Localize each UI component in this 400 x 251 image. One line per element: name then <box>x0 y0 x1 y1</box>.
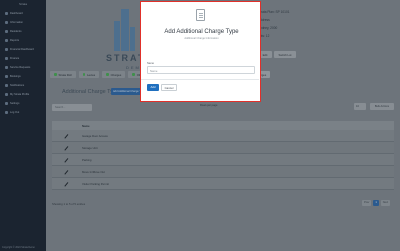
sidebar-item-logout[interactable]: Log Out <box>0 108 46 117</box>
sidebar-item-reports[interactable]: Reports <box>0 36 46 45</box>
modal-divider <box>141 79 259 80</box>
sidebar-item-profile[interactable]: My Strata Profile <box>0 90 46 99</box>
info-icon <box>5 21 8 24</box>
document-icon <box>196 9 205 21</box>
pagination: Prev 1 Next <box>362 200 391 206</box>
add-button[interactable]: Add <box>147 84 159 91</box>
sidebar-item-label: Dashboard <box>10 12 23 15</box>
sidebar-item-residents[interactable]: Residents <box>0 27 46 36</box>
tab-icon <box>106 73 109 76</box>
prev-page-button[interactable]: Prev <box>362 200 372 206</box>
search-input[interactable]: Search... <box>52 104 92 111</box>
logo-building <box>121 9 129 51</box>
calendar-icon <box>5 75 8 78</box>
sidebar-item-information[interactable]: Information <box>0 18 46 27</box>
tab-strata-roll[interactable]: Strata Roll <box>50 71 76 78</box>
next-page-button[interactable]: Next <box>380 200 391 206</box>
user-icon <box>5 93 8 96</box>
sidebar: Strata Dashboard Information Residents R… <box>0 0 46 251</box>
report-icon <box>5 39 8 42</box>
switch-lot-button[interactable]: Switch Lot <box>274 51 296 58</box>
name-input[interactable]: Name <box>147 66 255 74</box>
copyright: Copyright © 2024 Strata Demo <box>2 246 35 249</box>
sidebar-item-label: Financial Dashboard <box>10 48 34 51</box>
row-name: Move In/Move Out <box>82 169 105 174</box>
table-row: Parking <box>52 154 394 166</box>
tab-label: Charges <box>110 72 122 77</box>
table-row: Storage Unit <box>52 142 394 154</box>
logo-building <box>114 21 120 51</box>
row-name: Garage Door Access <box>82 133 108 138</box>
sidebar-item-label: Information <box>10 21 23 24</box>
sidebar-item-label: Residents <box>10 30 22 33</box>
edit-icon[interactable] <box>65 158 69 162</box>
table-row: Move In/Move Out <box>52 166 394 178</box>
column-header-name: Name <box>82 123 90 128</box>
page-size-select[interactable]: 10 <box>354 103 366 110</box>
tab-icon <box>54 73 57 76</box>
sidebar-item-label: Log Out <box>10 111 20 114</box>
table-row: Visitor Parking Permit <box>52 178 394 190</box>
tab-icon <box>132 73 135 76</box>
tab-charges[interactable]: Charges <box>102 71 126 78</box>
logo-building <box>130 27 135 51</box>
tab-label: Strata Roll <box>58 72 72 77</box>
row-name: Storage Unit <box>82 145 98 150</box>
sidebar-item-label: Notifications <box>10 84 25 87</box>
company-logo: STRATA DEMO CO <box>52 8 157 70</box>
edit-icon[interactable] <box>65 170 69 174</box>
cancel-button[interactable]: Cancel <box>161 84 177 91</box>
users-icon <box>5 30 8 33</box>
table-header: Name <box>52 121 394 130</box>
sidebar-item-label: Settings <box>10 102 20 105</box>
modal-title: Add Additional Charge Type <box>164 29 239 35</box>
plan-number: Strata Plan: SP 10101 <box>258 10 290 14</box>
sidebar-item-dashboard[interactable]: Dashboard <box>0 9 46 18</box>
chart-icon <box>5 48 8 51</box>
sidebar-item-service-requests[interactable]: Service Requests <box>0 63 46 72</box>
sidebar-item-label: Reports <box>10 39 20 42</box>
add-charge-type-modal: Add Additional Charge Type Additional Ch… <box>140 1 261 102</box>
sidebar-header: Strata <box>18 2 27 6</box>
tab-icon <box>82 73 86 76</box>
name-field-label: Name <box>147 62 154 65</box>
sidebar-item-financial-dashboard[interactable]: Financial Dashboard <box>0 45 46 54</box>
sidebar-item-notifications[interactable]: Notifications <box>0 81 46 90</box>
table-row: Garage Door Access <box>52 130 394 142</box>
edit-icon[interactable] <box>65 182 69 186</box>
edit-icon[interactable] <box>65 146 69 150</box>
sidebar-item-label: Finance <box>10 57 20 60</box>
edit-icon[interactable] <box>65 134 69 138</box>
dashboard-icon <box>5 12 8 15</box>
row-name: Visitor Parking Permit <box>82 181 109 186</box>
sidebar-item-finance[interactable]: Finance <box>0 54 46 63</box>
wrench-icon <box>5 66 8 69</box>
bulk-actions-button[interactable]: Bulk Actions <box>370 103 394 110</box>
tab-label: Levies <box>87 72 96 77</box>
sidebar-item-bookings[interactable]: Bookings <box>0 72 46 81</box>
sidebar-item-settings[interactable]: Settings <box>0 99 46 108</box>
sidebar-item-label: Service Requests <box>10 66 31 69</box>
table-info: Showing 1 to 5 of 5 entries <box>52 202 86 206</box>
sidebar-item-label: Bookings <box>10 75 21 78</box>
logout-icon <box>5 111 8 114</box>
bell-icon <box>5 84 8 87</box>
dollar-icon <box>5 57 8 60</box>
row-name: Parking <box>82 157 92 162</box>
modal-subtitle: Additional Charge Information <box>184 37 219 40</box>
sidebar-item-label: My Strata Profile <box>10 93 30 96</box>
tab-levies[interactable]: Levies <box>78 71 100 78</box>
rows-per-page-label: Rows per page <box>200 104 218 107</box>
gear-icon <box>5 102 8 105</box>
page-button[interactable]: 1 <box>373 200 379 206</box>
charge-types-table: Name Garage Door Access Storage Unit Par… <box>52 121 394 190</box>
